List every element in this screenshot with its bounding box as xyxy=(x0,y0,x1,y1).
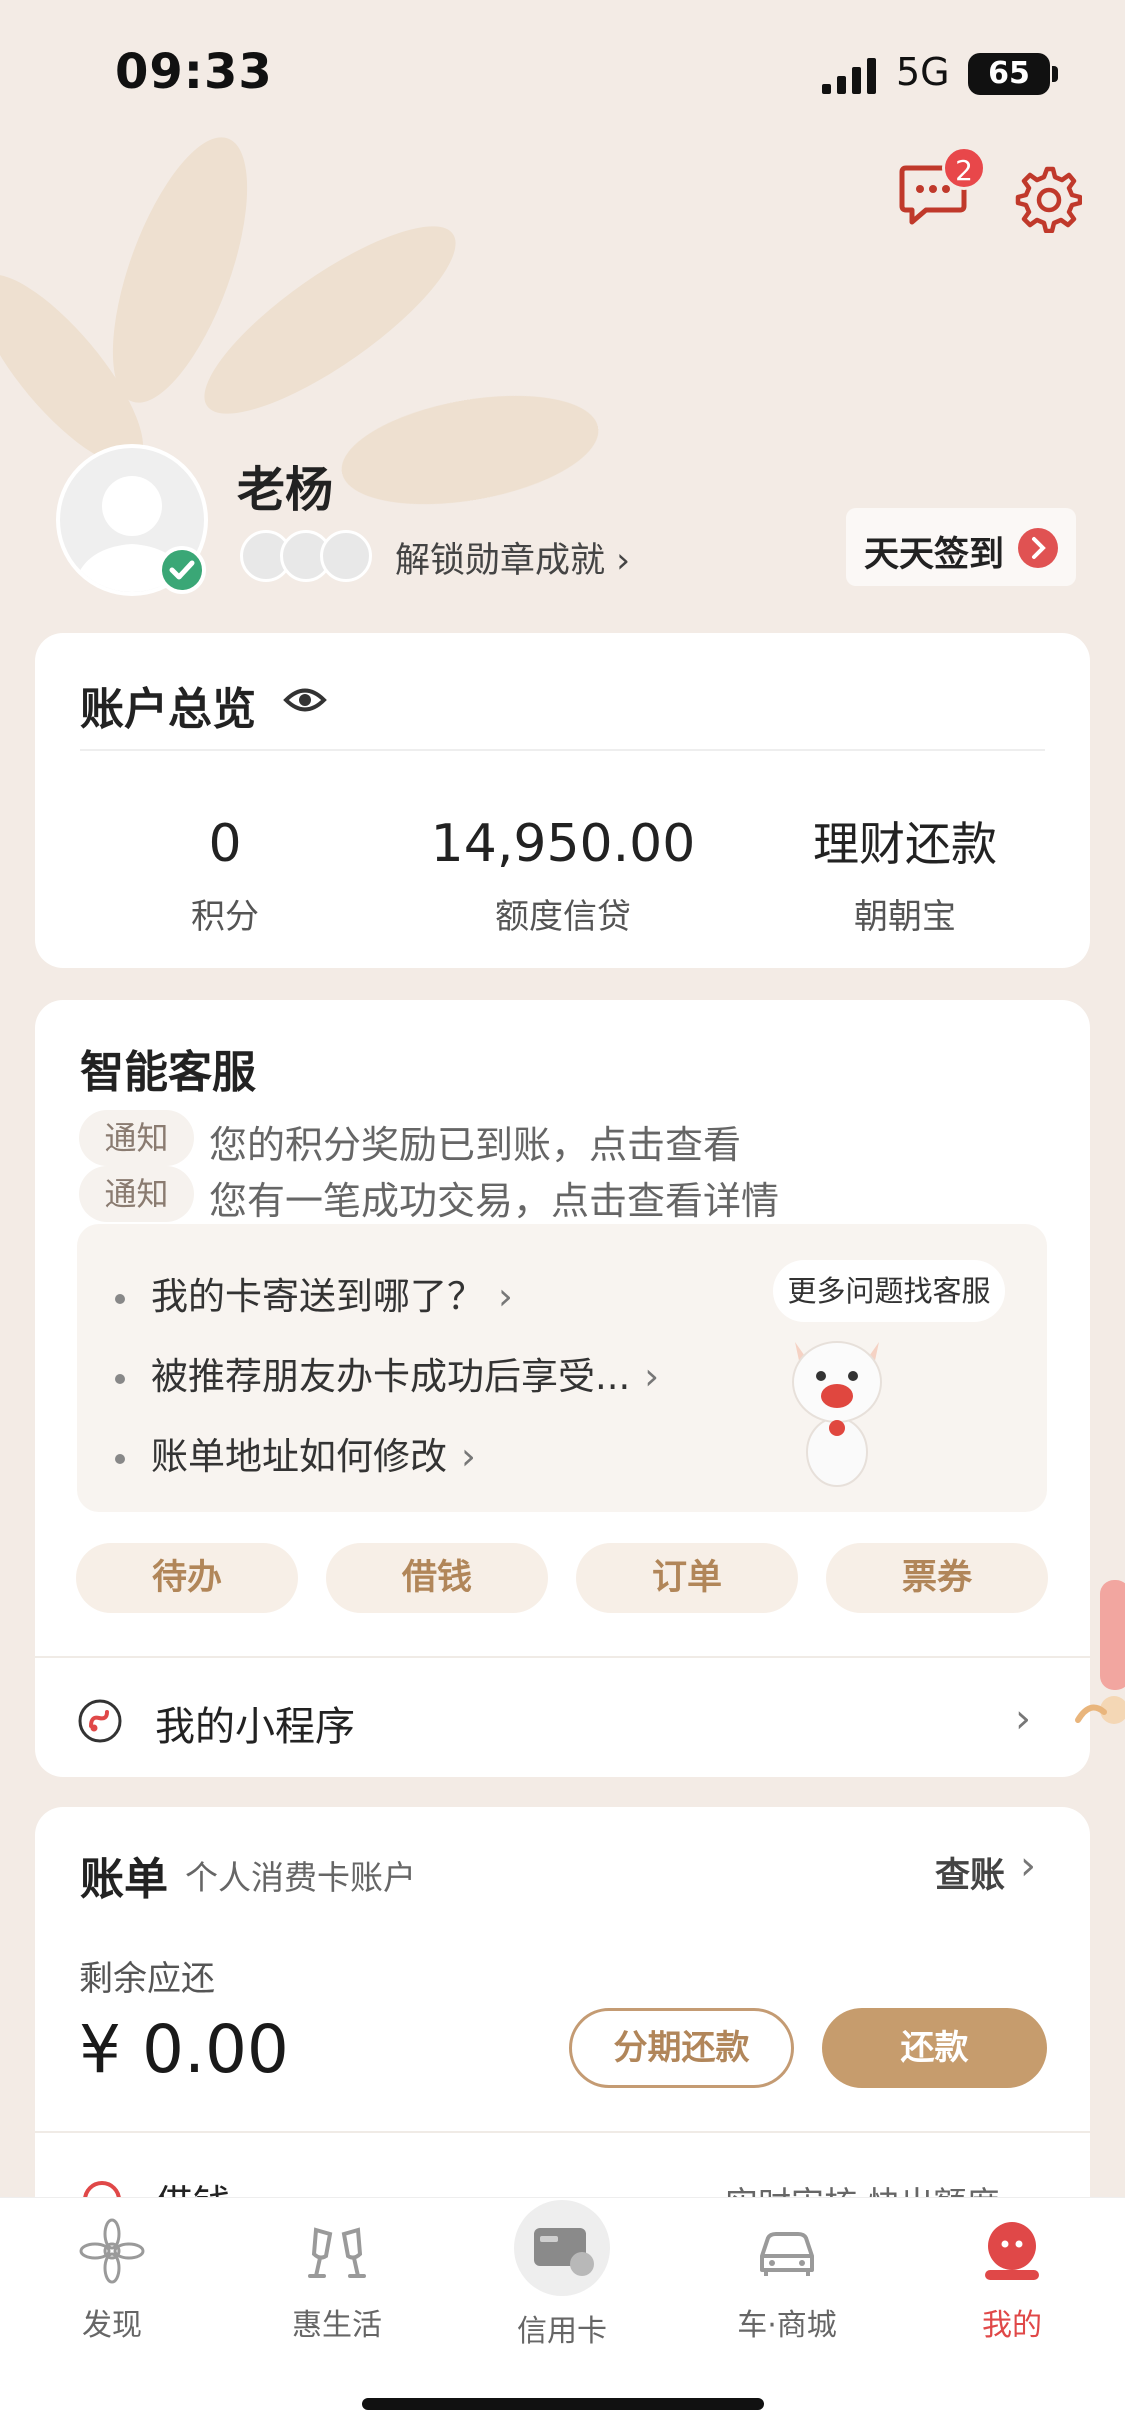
points-label: 积分 xyxy=(191,897,259,937)
overview-title: 账户总览 xyxy=(80,684,256,735)
checkin-label: 天天签到 xyxy=(864,535,1005,575)
borrow-button[interactable]: 借钱 xyxy=(326,1543,548,1613)
remaining-amount: ¥ 0.00 xyxy=(79,2011,289,2088)
faq-item[interactable]: 我的卡寄送到哪了？ › xyxy=(115,1266,513,1320)
credit-value: 14,950.00 xyxy=(430,814,696,874)
bullet-icon xyxy=(115,1293,125,1304)
me-avatar-icon xyxy=(985,2222,1039,2280)
tab-label: 车·商城 xyxy=(737,2308,837,2343)
chevron-right-icon[interactable]: › xyxy=(1020,1843,1036,1889)
mini-program-icon xyxy=(78,1699,122,1743)
notice-tag: 通知 xyxy=(79,1110,194,1166)
medal-icon xyxy=(320,530,372,582)
notice-tag: 通知 xyxy=(79,1166,194,1222)
chevron-right-icon xyxy=(1018,528,1058,568)
divider xyxy=(80,749,1045,751)
verified-check-icon xyxy=(158,546,206,594)
points-summary[interactable]: 0 积分 xyxy=(65,813,385,938)
orders-button[interactable]: 订单 xyxy=(576,1543,798,1613)
bill-title: 账单 xyxy=(80,1854,168,1905)
bill-account-type: 个人消费卡账户 xyxy=(185,1858,416,1897)
user-name: 老杨 xyxy=(237,462,334,518)
discover-flower-icon xyxy=(79,2218,145,2284)
bullet-icon xyxy=(115,1453,125,1464)
remaining-label: 剩余应还 xyxy=(79,1959,215,1999)
mini-program-row[interactable]: 我的小程序 xyxy=(155,1694,355,1752)
faq-item[interactable]: 被推荐朋友办卡成功后享受... › xyxy=(115,1346,659,1400)
divider xyxy=(35,1656,1090,1658)
unlock-medals-link[interactable]: 解锁勋章成就 › xyxy=(395,532,630,583)
tab-car-mall[interactable]: 车·商城 xyxy=(697,2216,877,2344)
settings-gear-icon[interactable] xyxy=(1012,163,1082,233)
points-value: 0 xyxy=(208,814,242,874)
wealth-label: 朝朝宝 xyxy=(854,897,956,937)
home-indicator[interactable] xyxy=(362,2398,764,2410)
tab-label: 我的 xyxy=(982,2308,1042,2343)
coupons-button[interactable]: 票券 xyxy=(826,1543,1048,1613)
bullet-icon xyxy=(115,1373,125,1384)
notice-text: 您的积分奖励已到账，点击查看 xyxy=(209,1123,742,1167)
medal-badges[interactable] xyxy=(240,530,375,582)
chevron-right-icon[interactable]: › xyxy=(1015,1696,1031,1742)
car-icon xyxy=(760,2232,814,2276)
notice-text: 您有一笔成功交易，点击查看详情 xyxy=(209,1179,780,1223)
check-bill-link[interactable]: 查账 xyxy=(935,1847,1005,1898)
battery-tip xyxy=(1052,66,1058,82)
tab-label: 发现 xyxy=(82,2308,142,2343)
installment-button[interactable]: 分期还款 xyxy=(569,2008,794,2088)
message-count-badge: 2 xyxy=(942,146,986,190)
smart-service-card: 智能客服 通知 您的积分奖励已到账，点击查看 通知 您有一笔成功交易，点击查看详… xyxy=(35,1000,1090,1777)
tab-label: 信用卡 xyxy=(517,2314,607,2349)
credit-label: 额度信贷 xyxy=(495,897,631,937)
network-type: 5G xyxy=(896,50,950,94)
tab-me[interactable]: 我的 xyxy=(922,2216,1102,2344)
tab-life[interactable]: 惠生活 xyxy=(247,2216,427,2344)
cheers-glasses-icon xyxy=(308,2227,366,2278)
battery-icon: 65 xyxy=(968,53,1050,95)
credit-summary[interactable]: 14,950.00 额度信贷 xyxy=(403,813,723,938)
service-title: 智能客服 xyxy=(80,1047,256,1098)
todo-button[interactable]: 待办 xyxy=(76,1543,298,1613)
more-questions-bubble[interactable]: 更多问题找客服 xyxy=(773,1260,1005,1322)
tab-credit-card[interactable]: 信用卡 xyxy=(472,2198,652,2350)
signal-icon xyxy=(822,58,876,94)
account-overview-card: 账户总览 0 积分 14,950.00 额度信贷 理财还款 朝朝宝 xyxy=(35,633,1090,968)
wealth-value: 理财还款 xyxy=(813,817,997,871)
faq-panel: 我的卡寄送到哪了？ › 被推荐朋友办卡成功后享受... › 账单地址如何修改 › 更多… xyxy=(77,1224,1047,1512)
repay-button[interactable]: 还款 xyxy=(822,2008,1047,2088)
daily-checkin-button[interactable]: 天天签到 xyxy=(846,508,1076,586)
chevron-right-icon: › xyxy=(461,1435,476,1478)
tab-discover[interactable]: 发现 xyxy=(22,2216,202,2344)
faq-item[interactable]: 账单地址如何修改 › xyxy=(115,1426,476,1480)
eye-icon[interactable] xyxy=(283,685,327,715)
chevron-right-icon: › xyxy=(644,1355,660,1398)
tab-label: 惠生活 xyxy=(292,2308,382,2343)
cat-mascot-icon[interactable] xyxy=(777,1322,897,1490)
status-bar: 09:33 5G 65 xyxy=(0,0,1125,140)
side-promo-decoration[interactable] xyxy=(1070,1540,1125,1740)
chevron-right-icon: › xyxy=(498,1275,513,1318)
divider xyxy=(35,2131,1090,2133)
status-time: 09:33 xyxy=(115,44,273,100)
credit-card-icon xyxy=(514,2200,610,2296)
wealth-summary[interactable]: 理财还款 朝朝宝 xyxy=(745,813,1065,938)
